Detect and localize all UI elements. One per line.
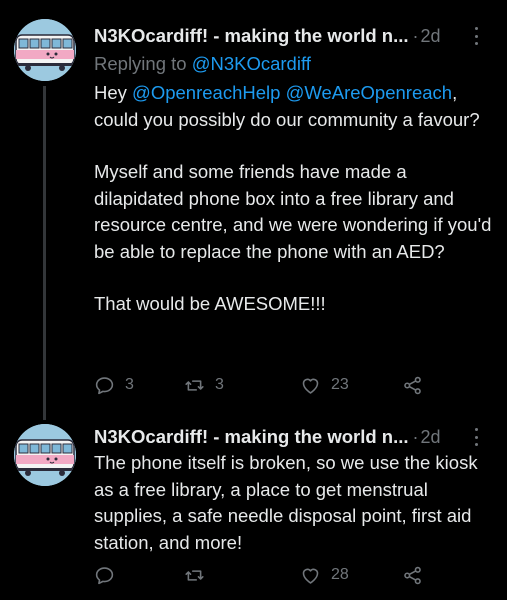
tram-avatar-icon — [14, 19, 76, 81]
tweet[interactable]: N3KOcardiff! - making the world n... · 2… — [0, 0, 507, 420]
heart-icon — [302, 378, 319, 394]
tweet-header: N3KOcardiff! - making the world n... · 2… — [94, 23, 497, 49]
share-icon — [404, 566, 421, 584]
tweet-paragraph: Myself and some friends have made a dila… — [94, 161, 492, 262]
tweet[interactable]: N3KOcardiff! - making the world n... · 2… — [0, 410, 507, 600]
retweet-icon — [185, 569, 204, 581]
like-button[interactable]: 28 — [300, 563, 349, 587]
text-lead: Hey — [94, 82, 127, 103]
replying-label: Replying to — [94, 53, 187, 74]
reply-icon — [95, 566, 114, 584]
retweet-icon — [185, 379, 204, 391]
tweet-text: The phone itself is broken, so we use th… — [94, 450, 499, 556]
reply-button[interactable] — [94, 563, 125, 587]
share-icon — [404, 376, 421, 394]
mention-link[interactable]: @OpenreachHelp — [132, 82, 280, 103]
retweet-button[interactable] — [184, 563, 215, 587]
share-button[interactable] — [402, 373, 423, 397]
mention-link[interactable]: @WeAreOpenreach — [286, 82, 453, 103]
tweet-text: Hey @OpenreachHelp @WeAreOpenreach, coul… — [94, 80, 499, 318]
author-name[interactable]: N3KOcardiff! - making the world n... — [94, 426, 409, 448]
retweet-count: 3 — [215, 376, 224, 393]
action-bar: 3 3 23 — [94, 373, 494, 397]
separator-dot: · — [412, 25, 419, 46]
timestamp[interactable]: 2d — [421, 26, 441, 47]
more-icon[interactable] — [469, 27, 483, 45]
avatar[interactable] — [14, 19, 76, 81]
replying-to: Replying to @N3KOcardiff — [94, 53, 311, 75]
reply-icon — [95, 376, 114, 394]
avatar[interactable] — [14, 424, 76, 486]
like-count: 23 — [331, 376, 349, 393]
action-bar: 28 — [94, 563, 494, 587]
author-name[interactable]: N3KOcardiff! - making the world n... — [94, 25, 409, 47]
tweet-paragraph: The phone itself is broken, so we use th… — [94, 452, 478, 553]
reply-count: 3 — [125, 376, 134, 393]
separator-dot: · — [412, 426, 419, 447]
tweet-paragraph: Hey @OpenreachHelp @WeAreOpenreach, coul… — [94, 80, 499, 133]
more-icon[interactable] — [469, 428, 483, 446]
thread-line — [43, 86, 46, 420]
timestamp[interactable]: 2d — [421, 427, 441, 448]
reply-button[interactable]: 3 — [94, 373, 134, 397]
tweet-paragraph: That would be AWESOME!!! — [94, 293, 326, 314]
share-button[interactable] — [402, 563, 423, 587]
like-button[interactable]: 23 — [300, 373, 349, 397]
heart-icon — [302, 568, 319, 584]
tweet-header: N3KOcardiff! - making the world n... · 2… — [94, 424, 497, 450]
retweet-button[interactable]: 3 — [184, 373, 224, 397]
tram-avatar-icon — [14, 424, 76, 486]
like-count: 28 — [331, 566, 349, 583]
replying-handle-link[interactable]: @N3KOcardiff — [192, 53, 311, 74]
